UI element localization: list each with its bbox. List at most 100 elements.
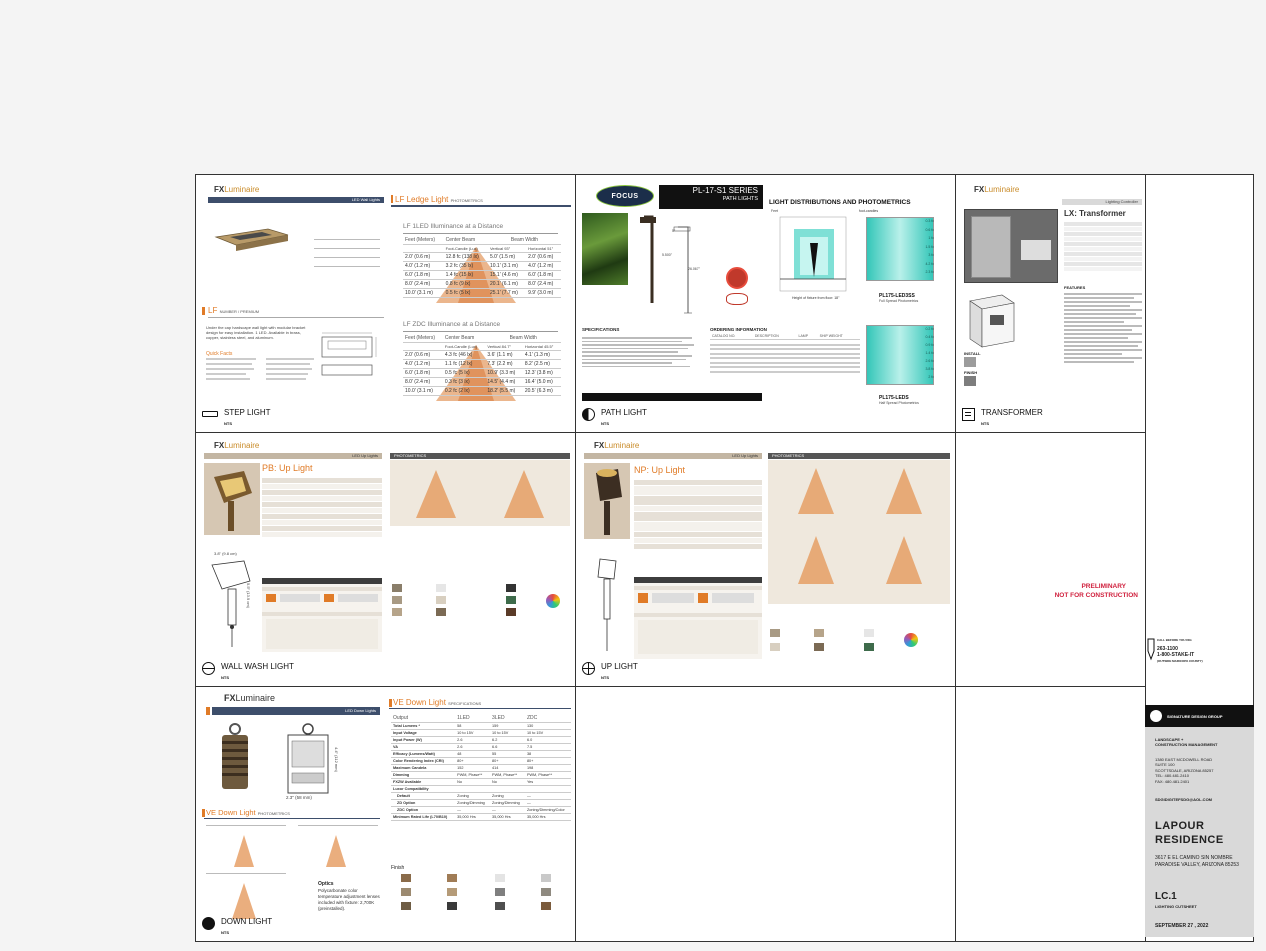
fc-value-label: 1 fc bbox=[928, 236, 934, 241]
category-bar: Lighting Controller bbox=[1062, 199, 1142, 205]
transformer-photo bbox=[964, 209, 1058, 283]
panel-wall-wash-light: FXLuminaire LED Up Lights PB: Up Light P… bbox=[195, 433, 576, 687]
accent-bar bbox=[202, 307, 205, 315]
fc-value-label: 2.6 fc bbox=[925, 359, 934, 363]
distribution-title: LIGHT DISTRIBUTIONS AND PHOTOMETRICS bbox=[769, 199, 911, 206]
warranty-badge-icon bbox=[726, 267, 748, 289]
install-label: INSTALL bbox=[964, 351, 981, 356]
model-banner: PL-17-S1 SERIES PATH LIGHTS bbox=[659, 185, 763, 209]
finish-swatches bbox=[391, 872, 571, 916]
firm-address: 1380 EAST MCDOWELL ROAD SUITE 100 SCOTTS… bbox=[1155, 757, 1214, 784]
transformer-box-drawing bbox=[969, 294, 1015, 348]
dim-width: 3.8" (9.8 cm) bbox=[214, 551, 237, 556]
ordering-block bbox=[634, 577, 762, 659]
product-title: PB: Up Light bbox=[262, 463, 313, 473]
illuminance-table-1: Feet (Meters) Center Beam Beam Width Foo… bbox=[403, 236, 561, 298]
divider bbox=[403, 233, 558, 234]
dim-height: 4.4" (112 mm) bbox=[334, 747, 339, 772]
quick-facts-list bbox=[206, 358, 326, 388]
panel-notice: PRELIMINARY NOT FOR CONSTRUCTION bbox=[956, 433, 1146, 687]
photometrics-title: LF Ledge Light PHOTOMETRICS bbox=[395, 195, 483, 204]
transformer-symbol-icon bbox=[962, 407, 975, 421]
spec-text-block bbox=[582, 335, 700, 369]
install-swatch bbox=[964, 357, 976, 367]
panel-up-light: FXLuminaire LED Up Lights NP: Up Light P… bbox=[576, 433, 956, 687]
panel-transformer: FXLuminaire Lighting Controller LX: Tran… bbox=[956, 174, 1146, 433]
finish-label: FINISH bbox=[964, 370, 978, 375]
wall-wash-symbol-icon bbox=[202, 661, 215, 675]
photometric-panel bbox=[390, 460, 570, 526]
divider bbox=[403, 331, 558, 332]
ordering-block bbox=[262, 578, 382, 652]
dig-number-2: 1-800-STAKE-IT bbox=[1157, 652, 1195, 658]
path-light-symbol-icon bbox=[582, 407, 595, 421]
firm-email: SDGIDIGITEFSDG@AOL.COM bbox=[1155, 797, 1213, 802]
fc-value-label: 0.4 fc bbox=[925, 335, 934, 339]
chart1-values: 0.3 fc 0.6 fc 1 fc 1.5 fc 3 fc 4.2 fc 2.3 fc bbox=[910, 219, 934, 279]
category-bar: LED Wall Lights bbox=[208, 197, 384, 203]
panel-step-light: FXLuminaire LED Wall Lights LF NUMBER / … bbox=[195, 174, 576, 433]
panel-path-light: FOCUS PL-17-S1 SERIES PATH LIGHTS 26.067… bbox=[576, 174, 956, 433]
finish-swatches bbox=[768, 619, 950, 663]
spec-title: SPECIFICATIONS bbox=[582, 327, 620, 332]
quick-facts-heading: Quick Facts bbox=[206, 351, 233, 357]
finish-label: Finish bbox=[391, 865, 405, 871]
brand-logo: FXLuminaire bbox=[974, 185, 1020, 194]
photometrics-title: VE Down Light PHOTOMETRICS bbox=[206, 808, 290, 817]
divider bbox=[391, 205, 571, 207]
firm-logo-icon bbox=[1150, 710, 1162, 722]
up-light-dimension-drawing bbox=[597, 558, 617, 651]
height-label: Height of fixture from floor: 18" bbox=[792, 296, 840, 300]
transformer-spec-table bbox=[1064, 221, 1142, 272]
fc-value-label: 2.3 fc bbox=[925, 270, 934, 275]
wall-wash-dimension-drawing bbox=[211, 560, 251, 647]
down-light-photo bbox=[222, 723, 248, 789]
divider bbox=[204, 818, 380, 819]
dim-height: 26.067" bbox=[688, 267, 700, 271]
accent-bar bbox=[389, 699, 392, 707]
dim-height: 5.5" (13.9 cm) bbox=[246, 583, 251, 608]
spec-table bbox=[262, 477, 382, 538]
caption-down-light: DOWN LIGHT NTS bbox=[202, 911, 272, 935]
brand-logo: FXLuminaire bbox=[214, 185, 260, 194]
panel-empty-1 bbox=[576, 687, 956, 942]
features-list bbox=[1064, 291, 1142, 365]
transformer-title: LX: Transformer bbox=[1064, 209, 1126, 218]
fc-value-label: 3 fc bbox=[928, 253, 934, 258]
category-bar: LED Up Lights bbox=[584, 453, 762, 459]
caption-path-light: PATH LIGHT NTS bbox=[582, 402, 647, 426]
fixture-photo bbox=[584, 463, 630, 539]
dim-dia: 5.500" bbox=[662, 253, 673, 257]
table1-title: LF 1LED Illuminance at a Distance bbox=[403, 223, 504, 230]
chart1-sub: Full Spread Photometrics bbox=[879, 299, 919, 303]
series-title: LF NUMBER / PREMIUM bbox=[208, 306, 260, 315]
step-light-dimension-drawing bbox=[321, 332, 377, 376]
dim-width: 2.3" (58 mm) bbox=[286, 795, 312, 800]
sheet-date: SEPTEMBER 27 , 2022 bbox=[1155, 923, 1209, 929]
preliminary-notice: PRELIMINARY NOT FOR CONSTRUCTION bbox=[1054, 583, 1138, 599]
brand-logo: FXLuminaire bbox=[594, 441, 640, 450]
accent-bar bbox=[391, 195, 393, 203]
step-light-symbol-icon bbox=[202, 411, 218, 417]
sheet-number: LC.1 bbox=[1155, 891, 1177, 902]
illuminance-table-2: Feet (Meters) Center Beam Beam Width Foo… bbox=[403, 334, 561, 396]
product-description: Under the cap hardscape wall light with … bbox=[206, 325, 306, 341]
chart2-sub: Half Spread Photometrics bbox=[879, 401, 919, 405]
panel-down-light: FXLuminaire LED Down Lights 4.4" (112 mm… bbox=[195, 687, 576, 942]
photometric-panel bbox=[768, 460, 950, 604]
certification-logo-icon bbox=[726, 293, 748, 305]
title-block: SIGNATURE DESIGN GROUP LANDSCAPE + CONST… bbox=[1145, 705, 1254, 937]
finish-swatch bbox=[964, 376, 976, 386]
firm-role: LANDSCAPE + CONSTRUCTION MANAGEMENT bbox=[1155, 737, 1218, 748]
order-table: CATALOG NO. DESCRIPTION LAMP SHIP WEIGHT bbox=[710, 333, 860, 340]
chart2-values: 0.2 fc 0.4 fc 0.9 fc 1.4 fc 2.6 fc 3.8 fc 2 fc bbox=[910, 327, 934, 383]
finish-swatches bbox=[390, 578, 570, 630]
model-code-bar bbox=[582, 393, 762, 401]
dig-top: CALL BEFORE YOU DIG bbox=[1157, 638, 1192, 642]
call-before-you-dig: CALL BEFORE YOU DIG 263-1100 1-800-STAKE… bbox=[1146, 637, 1256, 671]
spec-table bbox=[634, 479, 762, 550]
product-title: NP: Up Light bbox=[634, 465, 686, 475]
photometrics-bar: PHOTOMETRICS bbox=[768, 453, 950, 459]
project-name: LAPOUR RESIDENCE bbox=[1155, 820, 1224, 846]
order-rows bbox=[710, 341, 860, 375]
